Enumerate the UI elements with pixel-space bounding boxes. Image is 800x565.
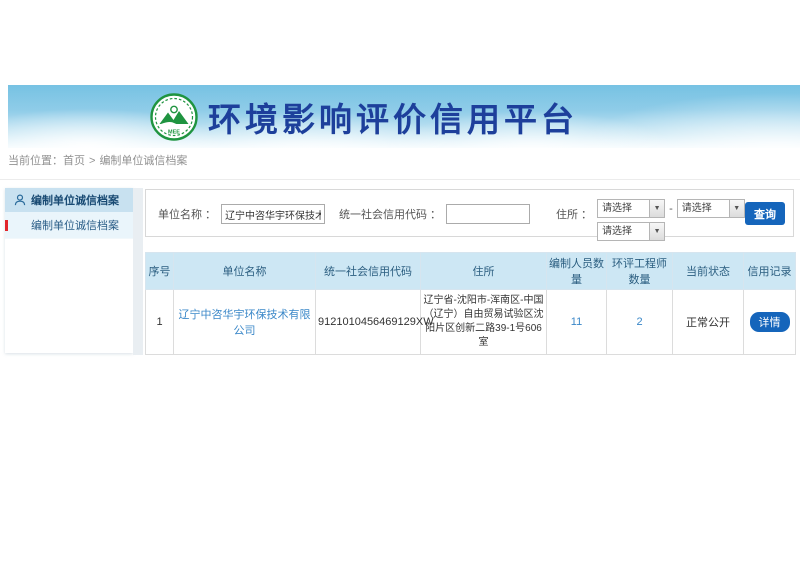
staff-count-link[interactable]: 11 — [571, 316, 582, 328]
unit-name-input[interactable] — [221, 204, 325, 224]
active-marker — [5, 220, 8, 231]
cell-name: 辽宁中咨华宇环保技术有限公司 — [174, 290, 316, 355]
cell-index: 1 — [146, 290, 174, 355]
cell-address: 辽宁省-沈阳市-浑南区-中国（辽宁）自由贸易试验区沈阳片区创新二路39-1号60… — [421, 290, 547, 355]
sidebar: 编制单位诚信档案 编制单位诚信档案 — [5, 188, 133, 353]
cell-credit: 详情 — [744, 290, 796, 355]
user-icon — [14, 194, 26, 206]
address-group: 住所 ： 请选择 ▼ - 请选择 ▼ - 请选择 — [556, 198, 756, 244]
col-header-address: 住所 — [421, 253, 547, 290]
col-header-staff: 编制人员数量 — [547, 253, 607, 290]
breadcrumb-current: 编制单位诚信档案 — [99, 155, 187, 167]
chevron-down-icon: ▼ — [649, 223, 664, 240]
cell-code: 9121010456469129XW — [316, 290, 421, 355]
address-label: 住所 ： — [556, 206, 592, 244]
unit-name-label: 单位名称 ： — [158, 206, 216, 222]
sidebar-header-label: 编制单位诚信档案 — [31, 192, 119, 208]
province-select[interactable]: 请选择 ▼ — [597, 199, 665, 218]
header-divider — [0, 179, 800, 180]
results-table: 序号 单位名称 统一社会信用代码 住所 编制人员数量 环评工程师数量 当前状态 … — [145, 252, 796, 355]
breadcrumb-label: 当前位置： — [8, 155, 63, 167]
svg-text:MEE: MEE — [168, 129, 180, 135]
col-header-engineer: 环评工程师数量 — [607, 253, 673, 290]
company-name-link[interactable]: 辽宁中咨华宇环保技术有限公司 — [179, 309, 311, 337]
table-header-row: 序号 单位名称 统一社会信用代码 住所 编制人员数量 环评工程师数量 当前状态 … — [146, 253, 796, 290]
address-selects: 请选择 ▼ - 请选择 ▼ - 请选择 ▼ — [597, 198, 756, 244]
chevron-down-icon: ▼ — [649, 200, 664, 217]
sidebar-header: 编制单位诚信档案 — [5, 188, 133, 212]
detail-button[interactable]: 详情 — [750, 312, 790, 332]
breadcrumb-home-link[interactable]: 首页 — [63, 155, 85, 167]
chevron-down-icon: ▼ — [729, 200, 744, 217]
search-panel: 单位名称 ： 统一社会信用代码 ： 住所 ： 请选择 ▼ - 请选择 ▼ — [145, 189, 794, 237]
breadcrumb-separator: > — [89, 155, 95, 167]
col-header-index: 序号 — [146, 253, 174, 290]
mee-logo-icon: MEE — [150, 93, 198, 141]
sidebar-gap — [133, 188, 143, 355]
col-header-code: 统一社会信用代码 — [316, 253, 421, 290]
credit-code-label: 统一社会信用代码 ： — [339, 206, 441, 222]
district-select[interactable]: 请选择 ▼ — [597, 222, 665, 241]
engineer-count-link[interactable]: 2 — [636, 316, 642, 328]
col-header-credit: 信用记录 — [744, 253, 796, 290]
site-title: 环境影响评价信用平台 — [208, 93, 578, 141]
cell-status: 正常公开 — [673, 290, 744, 355]
query-button[interactable]: 查询 — [745, 202, 785, 225]
cell-staff-count: 11 — [547, 290, 607, 355]
col-header-status: 当前状态 — [673, 253, 744, 290]
col-header-name: 单位名称 — [174, 253, 316, 290]
sidebar-item-archive[interactable]: 编制单位诚信档案 — [5, 212, 133, 239]
credit-code-group: 统一社会信用代码 ： — [339, 204, 530, 224]
table-row: 1 辽宁中咨华宇环保技术有限公司 9121010456469129XW 辽宁省-… — [146, 290, 796, 355]
unit-name-group: 单位名称 ： — [158, 204, 325, 224]
page: MEE 环境影响评价信用平台 当前位置：首页 > 编制单位诚信档案 编制单位诚信档案… — [0, 0, 800, 565]
dash-separator: - — [669, 203, 673, 215]
sidebar-item-label: 编制单位诚信档案 — [31, 217, 119, 233]
site-banner: MEE 环境影响评价信用平台 — [8, 85, 800, 148]
breadcrumb: 当前位置：首页 > 编制单位诚信档案 — [8, 152, 187, 168]
cell-engineer-count: 2 — [607, 290, 673, 355]
credit-code-input[interactable] — [446, 204, 530, 224]
city-select[interactable]: 请选择 ▼ — [677, 199, 745, 218]
